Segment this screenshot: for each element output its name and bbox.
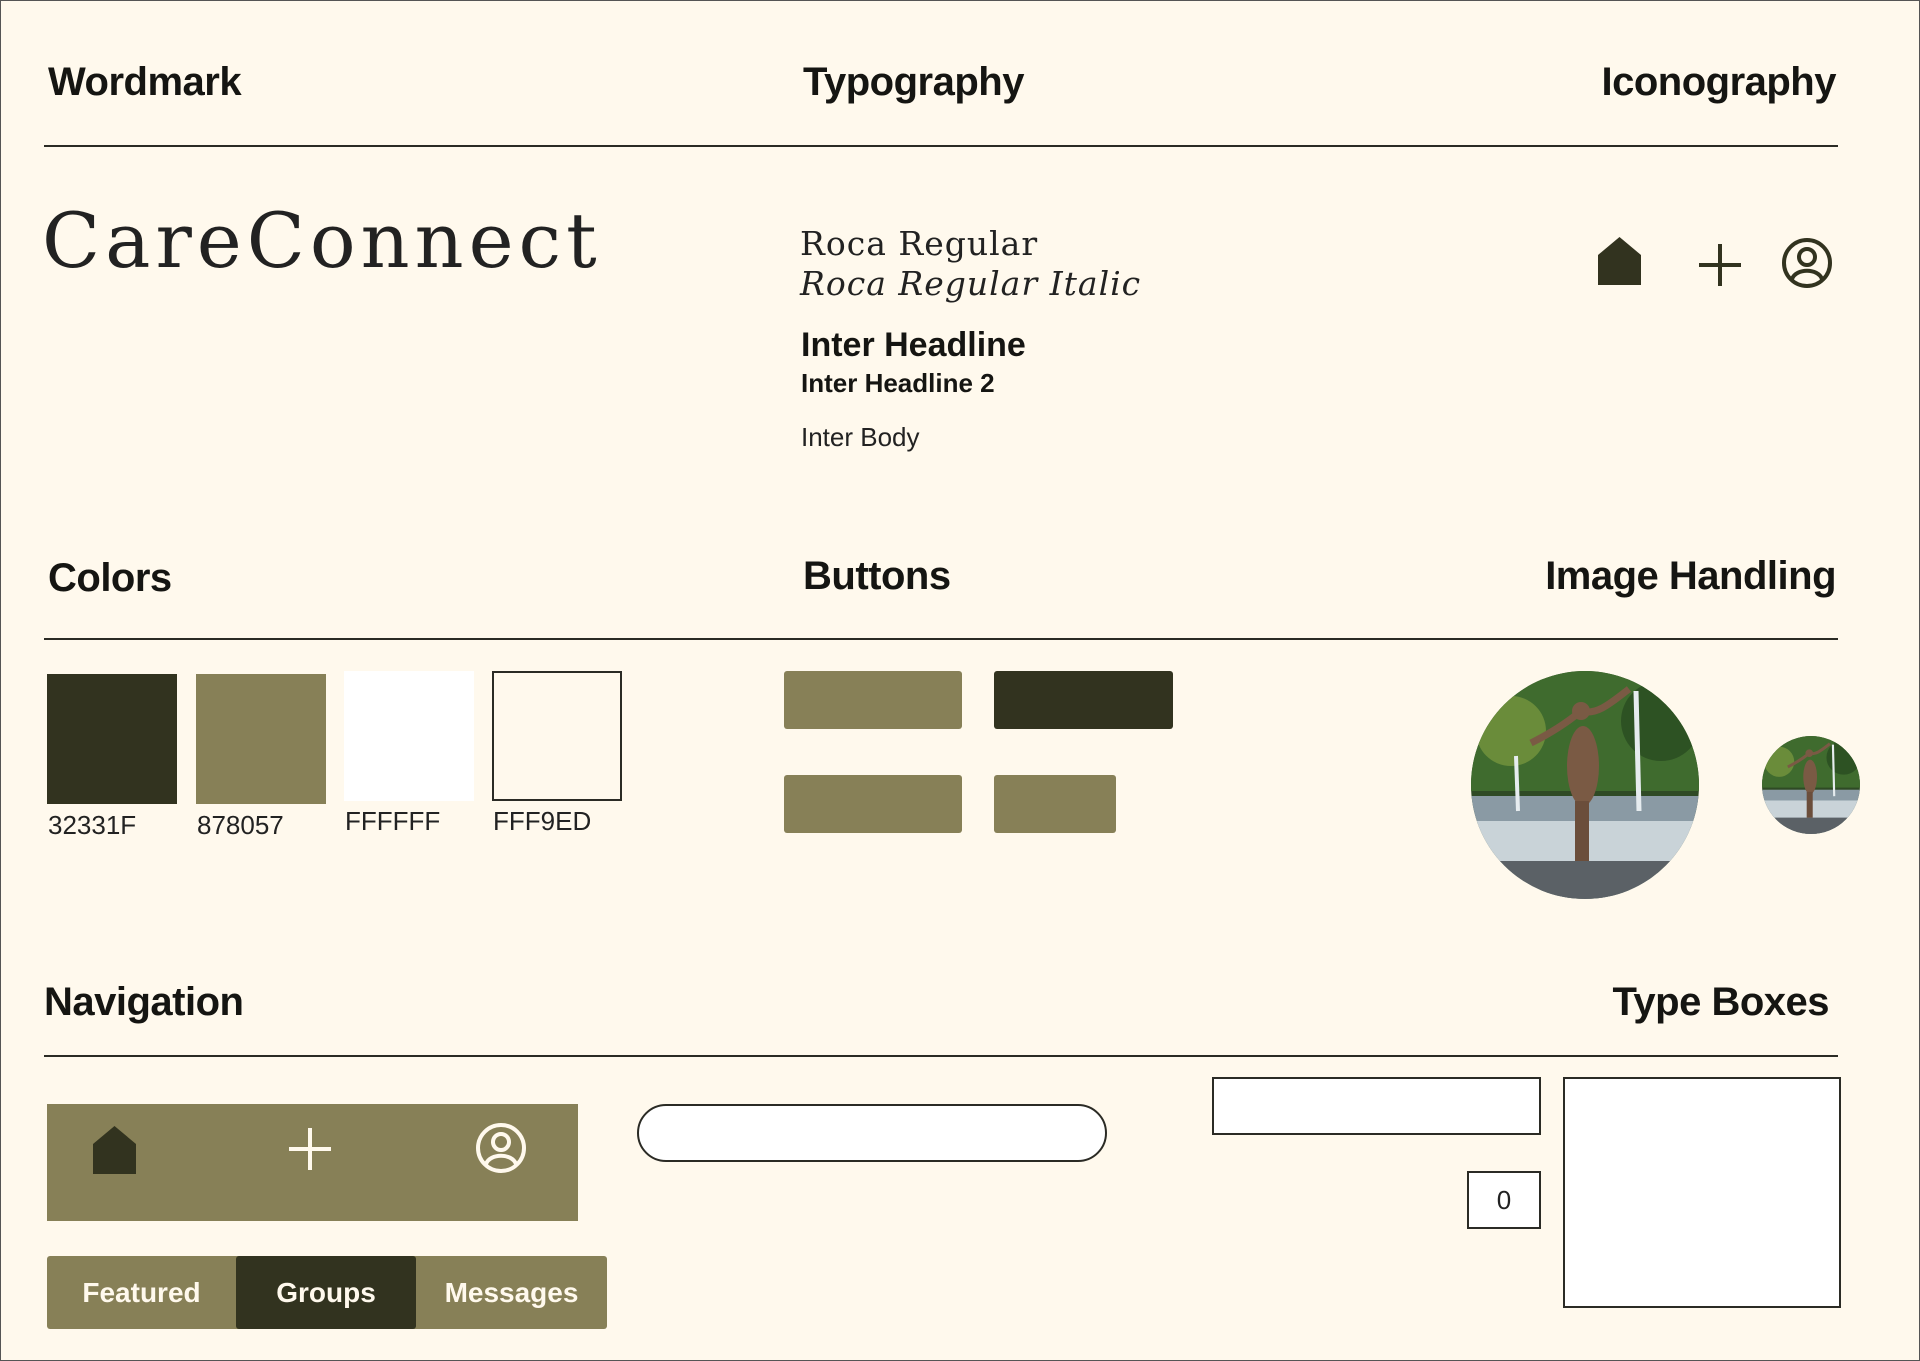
type-sample-roca-italic: Roca Regular Italic <box>800 264 1142 303</box>
small-button-sample[interactable] <box>994 775 1116 833</box>
fountain-statue-image <box>1762 736 1860 834</box>
dark-button-sample[interactable] <box>994 671 1173 729</box>
profile-image-small <box>1762 736 1860 834</box>
type-sample-inter-body: Inter Body <box>801 422 920 452</box>
user-icon <box>1782 238 1832 288</box>
type-sample-inter-headline: Inter Headline <box>801 326 1026 364</box>
type-sample-roca-regular: Roca Regular <box>800 224 1039 263</box>
fountain-statue-image <box>1471 671 1699 899</box>
section-title-typography: Typography <box>803 60 1024 104</box>
tab-featured[interactable]: Featured <box>47 1256 236 1329</box>
color-swatch-olive <box>196 674 326 804</box>
section-title-type-boxes: Type Boxes <box>1612 980 1829 1024</box>
wordmark-logo: CareConnect <box>42 196 602 285</box>
section-title-buttons: Buttons <box>803 554 951 598</box>
bottom-nav-bar <box>47 1104 578 1221</box>
user-icon[interactable] <box>475 1122 527 1174</box>
secondary-button-sample[interactable] <box>784 775 962 833</box>
color-swatch-label: 32331F <box>48 810 137 840</box>
profile-image-large <box>1471 671 1699 899</box>
search-input[interactable] <box>637 1104 1107 1162</box>
color-swatch-white <box>344 671 474 801</box>
color-swatch-label: 878057 <box>197 810 284 840</box>
section-title-wordmark: Wordmark <box>48 60 242 104</box>
divider <box>44 145 1838 147</box>
section-title-image-handling: Image Handling <box>1545 554 1836 598</box>
home-icon[interactable] <box>92 1125 137 1175</box>
section-title-navigation: Navigation <box>44 980 244 1024</box>
section-title-iconography: Iconography <box>1601 60 1836 104</box>
textarea-input[interactable] <box>1563 1077 1841 1308</box>
color-swatch-label: FFFFFF <box>345 806 441 836</box>
section-title-colors: Colors <box>48 556 172 600</box>
tab-messages[interactable]: Messages <box>416 1256 607 1329</box>
number-input[interactable]: 0 <box>1467 1171 1541 1229</box>
type-sample-inter-headline-2: Inter Headline 2 <box>801 368 995 398</box>
primary-button-sample[interactable] <box>784 671 962 729</box>
tab-groups[interactable]: Groups <box>236 1256 416 1329</box>
plus-icon[interactable] <box>287 1126 333 1172</box>
tab-bar: Featured Groups Messages <box>47 1256 607 1329</box>
plus-icon <box>1699 244 1741 286</box>
color-swatch-dark-olive <box>47 674 177 804</box>
home-icon <box>1598 237 1641 285</box>
color-swatch-cream <box>492 671 622 801</box>
text-input[interactable] <box>1212 1077 1541 1135</box>
divider <box>44 1055 1838 1057</box>
color-swatch-label: FFF9ED <box>493 806 592 836</box>
divider <box>44 638 1838 640</box>
